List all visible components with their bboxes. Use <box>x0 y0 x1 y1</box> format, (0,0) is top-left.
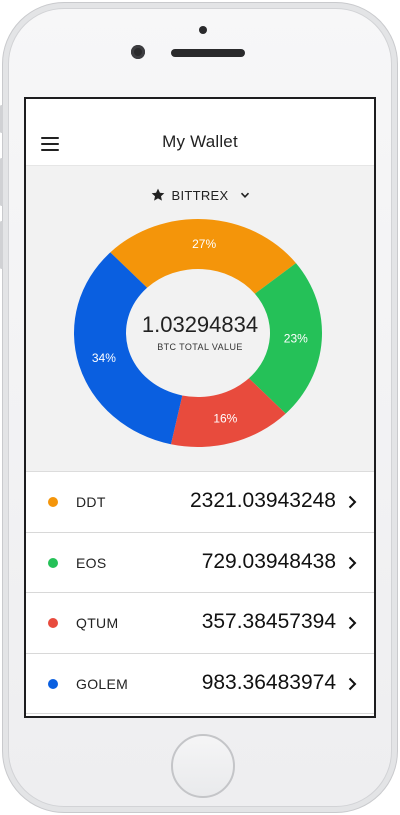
coin-amount: 2321.03943248 <box>190 489 336 512</box>
donut-label-qtum: 16% <box>213 411 237 425</box>
coin-name: DDT <box>76 494 106 510</box>
coin-color-dot <box>48 497 58 507</box>
coin-list: DDT 2321.03943248 EOS 729.03948438 QTUM 357.3… <box>26 472 374 714</box>
front-camera <box>131 45 145 59</box>
page-title: My Wallet <box>162 132 238 151</box>
donut-label-ddt: 27% <box>192 237 216 251</box>
volume-up-button <box>0 158 3 206</box>
earpiece-speaker <box>171 49 245 57</box>
chevron-right-icon <box>348 677 357 690</box>
chevron-right-icon <box>348 616 357 630</box>
total-value-label: BTC TOTAL VALUE <box>157 342 243 352</box>
app-screen: My Wallet BITTREX 27% 23% 16% 34% 1.0329483… <box>24 97 376 718</box>
coin-row-qtum[interactable]: QTUM 357.38457394 <box>26 593 374 654</box>
portfolio-chart-panel: BITTREX 27% 23% 16% 34% 1.03294834 BTC TOTA… <box>26 166 374 472</box>
donut-label-golem: 34% <box>92 351 116 365</box>
coin-color-dot <box>48 678 58 689</box>
star-icon <box>151 188 164 201</box>
coin-name: EOS <box>76 554 107 571</box>
coin-amount: 983.36483974 <box>201 670 336 694</box>
coin-row-ddt[interactable]: DDT 2321.03943248 <box>26 472 374 533</box>
coin-amount: 729.03948438 <box>201 549 336 573</box>
mute-switch <box>0 105 3 133</box>
coin-name: GOLEM <box>76 675 129 692</box>
home-button[interactable] <box>171 734 235 798</box>
total-value: 1.03294834 <box>141 312 259 337</box>
coin-color-dot <box>48 557 58 568</box>
coin-row-eos[interactable]: EOS 729.03948438 <box>26 532 374 593</box>
chevron-right-icon <box>348 495 357 509</box>
proximity-sensor <box>199 26 207 34</box>
volume-down-button <box>0 221 3 269</box>
chevron-down-icon <box>240 192 249 198</box>
exchange-name: BITTREX <box>171 187 229 203</box>
chevron-right-icon <box>348 556 357 569</box>
coin-row-golem[interactable]: GOLEM 983.36483974 <box>26 653 374 714</box>
coin-color-dot <box>48 618 58 628</box>
coin-amount: 357.38457394 <box>201 610 336 633</box>
coin-name: QTUM <box>76 615 119 631</box>
exchange-selector[interactable]: BITTREX <box>26 185 374 205</box>
app-header: My Wallet <box>26 99 374 166</box>
